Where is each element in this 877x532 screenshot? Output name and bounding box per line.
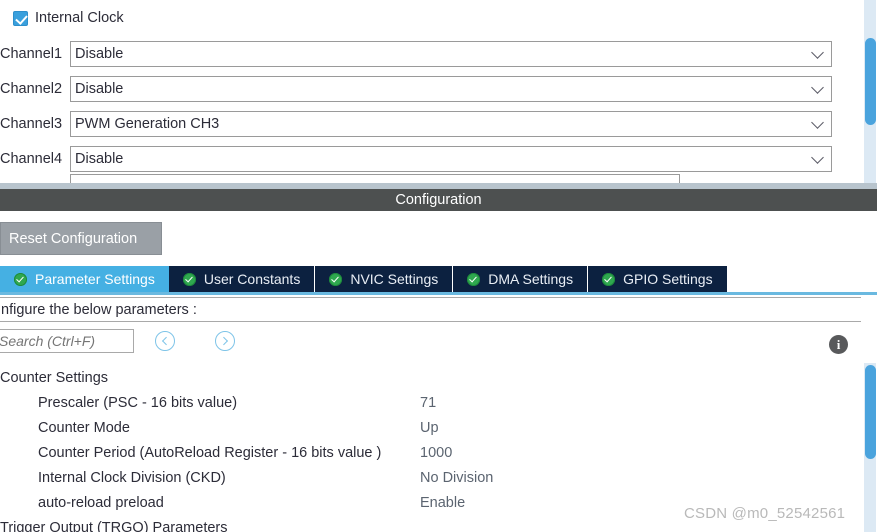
channel1-value: Disable bbox=[75, 45, 124, 62]
tab-gpio-settings[interactable]: GPIO Settings bbox=[588, 266, 728, 292]
tab-nvic-settings-label: NVIC Settings bbox=[350, 271, 439, 287]
tab-gpio-settings-label: GPIO Settings bbox=[623, 271, 713, 287]
channel-row-1: Channel1 Disable bbox=[0, 39, 832, 68]
channel1-label: Channel1 bbox=[0, 45, 63, 62]
channel3-combobox[interactable]: PWM Generation CH3 bbox=[70, 110, 832, 137]
check-circle-icon bbox=[602, 272, 616, 286]
reset-configuration-button[interactable]: Reset Configuration bbox=[0, 222, 162, 255]
mode-panel: Internal Clock Channel1 Disable Channel2… bbox=[0, 0, 877, 183]
parameter-settings-panel: nfigure the below parameters : i Counter… bbox=[0, 297, 877, 532]
channel4-combobox[interactable]: Disable bbox=[70, 145, 832, 172]
scrollbar-thumb[interactable] bbox=[865, 365, 876, 459]
channel-row-3: Channel3 PWM Generation CH3 bbox=[0, 109, 832, 138]
channel3-label: Channel3 bbox=[0, 115, 63, 132]
parameter-panel-scrollbar[interactable] bbox=[861, 297, 877, 532]
param-row-counter-mode[interactable]: Counter Mode Up bbox=[0, 415, 850, 440]
tab-parameter-settings[interactable]: Parameter Settings bbox=[0, 266, 169, 292]
tab-nvic-settings[interactable]: NVIC Settings bbox=[315, 266, 454, 292]
chevron-down-icon bbox=[811, 80, 824, 94]
param-name: Prescaler (PSC - 16 bits value) bbox=[38, 394, 238, 411]
param-name: Counter Mode bbox=[38, 419, 130, 436]
search-input[interactable] bbox=[0, 329, 134, 353]
channel3-value: PWM Generation CH3 bbox=[75, 115, 220, 132]
param-row-prescaler[interactable]: Prescaler (PSC - 16 bits value) 71 bbox=[0, 390, 850, 415]
tab-user-constants[interactable]: User Constants bbox=[168, 266, 316, 292]
chevron-down-icon bbox=[811, 115, 824, 129]
param-value: Up bbox=[420, 419, 439, 436]
tab-dma-settings-label: DMA Settings bbox=[488, 271, 574, 287]
configure-hint-label: nfigure the below parameters : bbox=[1, 301, 197, 318]
channel-row-clipped bbox=[0, 174, 680, 183]
chevron-down-icon bbox=[811, 45, 824, 59]
configuration-title-bar: Configuration bbox=[0, 189, 877, 211]
channel4-value: Disable bbox=[75, 150, 124, 167]
watermark: CSDN @m0_52542561 bbox=[684, 505, 846, 522]
param-value: 1000 bbox=[420, 444, 453, 461]
reset-configuration-label: Reset Configuration bbox=[9, 230, 138, 247]
settings-tab-bar: Parameter Settings User Constants NVIC S… bbox=[0, 266, 877, 292]
param-group-label: Counter Settings bbox=[0, 369, 109, 386]
internal-clock-checkbox[interactable] bbox=[13, 10, 28, 26]
configure-hint-box: nfigure the below parameters : bbox=[0, 297, 870, 322]
clipped-combobox bbox=[70, 174, 680, 183]
param-name: Internal Clock Division (CKD) bbox=[38, 469, 226, 486]
check-circle-icon bbox=[182, 272, 196, 286]
chevron-left-circle-icon[interactable] bbox=[155, 331, 175, 351]
param-value: 71 bbox=[420, 394, 437, 411]
search-toolbar bbox=[0, 327, 877, 357]
param-row-counter-period[interactable]: Counter Period (AutoReload Register - 16… bbox=[0, 440, 850, 465]
internal-clock-row[interactable]: Internal Clock bbox=[0, 6, 124, 30]
channel2-value: Disable bbox=[75, 80, 124, 97]
channel-row-4: Channel4 Disable bbox=[0, 144, 832, 173]
chevron-right-circle-icon[interactable] bbox=[215, 331, 235, 351]
param-value: No Division bbox=[420, 469, 494, 486]
tab-active-underline bbox=[0, 292, 877, 295]
param-row-clock-division[interactable]: Internal Clock Division (CKD) No Divisio… bbox=[0, 465, 850, 490]
check-circle-icon bbox=[14, 272, 27, 286]
tab-user-constants-label: User Constants bbox=[203, 271, 301, 287]
mode-panel-scrollbar[interactable] bbox=[861, 0, 877, 183]
param-name: Counter Period (AutoReload Register - 16… bbox=[38, 444, 382, 461]
param-group-label: Trigger Output (TRGO) Parameters bbox=[0, 519, 228, 532]
info-glyph: i bbox=[836, 337, 841, 352]
param-name: auto-reload preload bbox=[38, 494, 164, 511]
configuration-title: Configuration bbox=[395, 192, 482, 208]
info-icon[interactable]: i bbox=[829, 335, 848, 354]
scrollbar-thumb[interactable] bbox=[865, 38, 876, 125]
tab-bar-filler bbox=[727, 266, 877, 292]
channel1-combobox[interactable]: Disable bbox=[70, 40, 832, 67]
channel4-label: Channel4 bbox=[0, 150, 63, 167]
channel2-combobox[interactable]: Disable bbox=[70, 75, 832, 102]
tab-parameter-settings-label: Parameter Settings bbox=[35, 271, 155, 287]
check-circle-icon bbox=[329, 272, 343, 286]
channel-row-2: Channel2 Disable bbox=[0, 74, 832, 103]
internal-clock-label: Internal Clock bbox=[35, 10, 124, 26]
stm32cubemx-timer-config-view: Internal Clock Channel1 Disable Channel2… bbox=[0, 0, 877, 532]
check-circle-icon bbox=[467, 272, 481, 286]
tab-dma-settings[interactable]: DMA Settings bbox=[453, 266, 589, 292]
chevron-down-icon bbox=[811, 150, 824, 164]
param-group-counter-settings[interactable]: Counter Settings bbox=[0, 365, 850, 390]
channel2-label: Channel2 bbox=[0, 80, 63, 97]
